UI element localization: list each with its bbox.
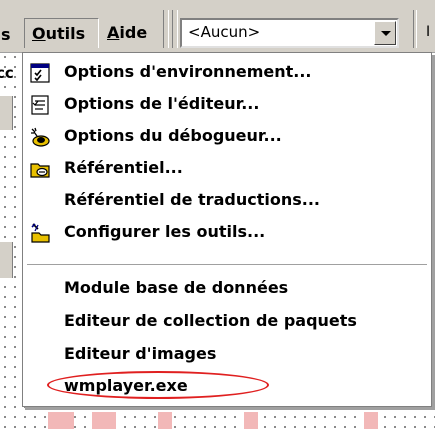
form-element-highlight bbox=[244, 412, 258, 429]
menu-outils-mnemonic: O bbox=[32, 24, 46, 43]
menu-aide-label: ide bbox=[119, 23, 148, 42]
menu-item-label: Module base de données bbox=[64, 278, 289, 297]
configuration-select-value: <Aucun> bbox=[188, 23, 261, 41]
menu-separator bbox=[27, 264, 427, 266]
debugger-options-icon bbox=[29, 126, 51, 148]
menu-item-options-editeur[interactable]: Options de l'éditeur... bbox=[23, 89, 431, 121]
menu-item-referentiel[interactable]: Référentiel... bbox=[23, 153, 431, 185]
menu-item-editeur-collection-paquets[interactable]: Editeur de collection de paquets bbox=[23, 306, 431, 338]
repository-icon bbox=[29, 158, 51, 180]
configure-tools-icon bbox=[29, 222, 51, 244]
editor-options-icon bbox=[29, 94, 51, 116]
menu-item-editeur-images[interactable]: Editeur d'images bbox=[23, 339, 431, 371]
form-element-highlight bbox=[92, 412, 116, 429]
menu-item-label: Options d'environnement... bbox=[64, 62, 312, 81]
menu-outils[interactable]: Outils bbox=[24, 18, 99, 48]
ide-screen: cc s Outils Aide <Aucun> I Options d'env… bbox=[0, 0, 435, 429]
menu-item-options-environnement[interactable]: Options d'environnement... bbox=[23, 57, 431, 89]
menu-aide[interactable]: Aide bbox=[103, 18, 151, 48]
menu-item-configurer-outils[interactable]: Configurer les outils... bbox=[23, 217, 431, 249]
menu-outils-label: utils bbox=[45, 24, 86, 43]
form-element-highlight bbox=[158, 412, 172, 429]
toolbar-grip[interactable] bbox=[172, 10, 178, 48]
toolbar-grip[interactable] bbox=[163, 10, 169, 48]
form-element-highlight bbox=[364, 412, 378, 429]
menu-item-label: Référentiel de traductions... bbox=[64, 190, 320, 209]
menu-item-previous[interactable]: s bbox=[1, 25, 11, 44]
environment-options-icon bbox=[29, 62, 51, 84]
menu-item-wmplayer[interactable]: wmplayer.exe bbox=[23, 371, 431, 403]
menu-aide-mnemonic: A bbox=[107, 23, 120, 42]
menu-item-label: Options du débogueur... bbox=[64, 126, 282, 145]
menu-bar: s Outils Aide <Aucun> I bbox=[0, 0, 435, 53]
menu-item-module-base-donnees[interactable]: Module base de données bbox=[23, 273, 431, 305]
menu-item-label: Options de l'éditeur... bbox=[64, 94, 260, 113]
toolbar-cell bbox=[0, 96, 13, 130]
menu-item-label: Configurer les outils... bbox=[64, 222, 266, 241]
menu-item-options-debogueur[interactable]: Options du débogueur... bbox=[23, 121, 431, 153]
outils-dropdown-menu: Options d'environnement... Options de l'… bbox=[22, 52, 432, 407]
toolbar-separator bbox=[413, 10, 417, 48]
configuration-select[interactable]: <Aucun> bbox=[180, 18, 399, 48]
menu-item-label: Editeur d'images bbox=[64, 344, 217, 363]
menu-item-referentiel-traductions[interactable]: Référentiel de traductions... bbox=[23, 185, 431, 217]
form-element-highlight bbox=[48, 412, 74, 429]
dropdown-button[interactable] bbox=[374, 21, 396, 45]
chevron-down-icon bbox=[381, 31, 391, 36]
menu-item-label: Référentiel... bbox=[64, 158, 183, 177]
toolbar-cell bbox=[0, 242, 13, 278]
partial-toolbar-item: I bbox=[426, 24, 431, 40]
menu-item-label: Editeur de collection de paquets bbox=[64, 311, 357, 330]
menu-item-label: wmplayer.exe bbox=[64, 376, 188, 395]
partial-label: cc bbox=[0, 64, 14, 82]
